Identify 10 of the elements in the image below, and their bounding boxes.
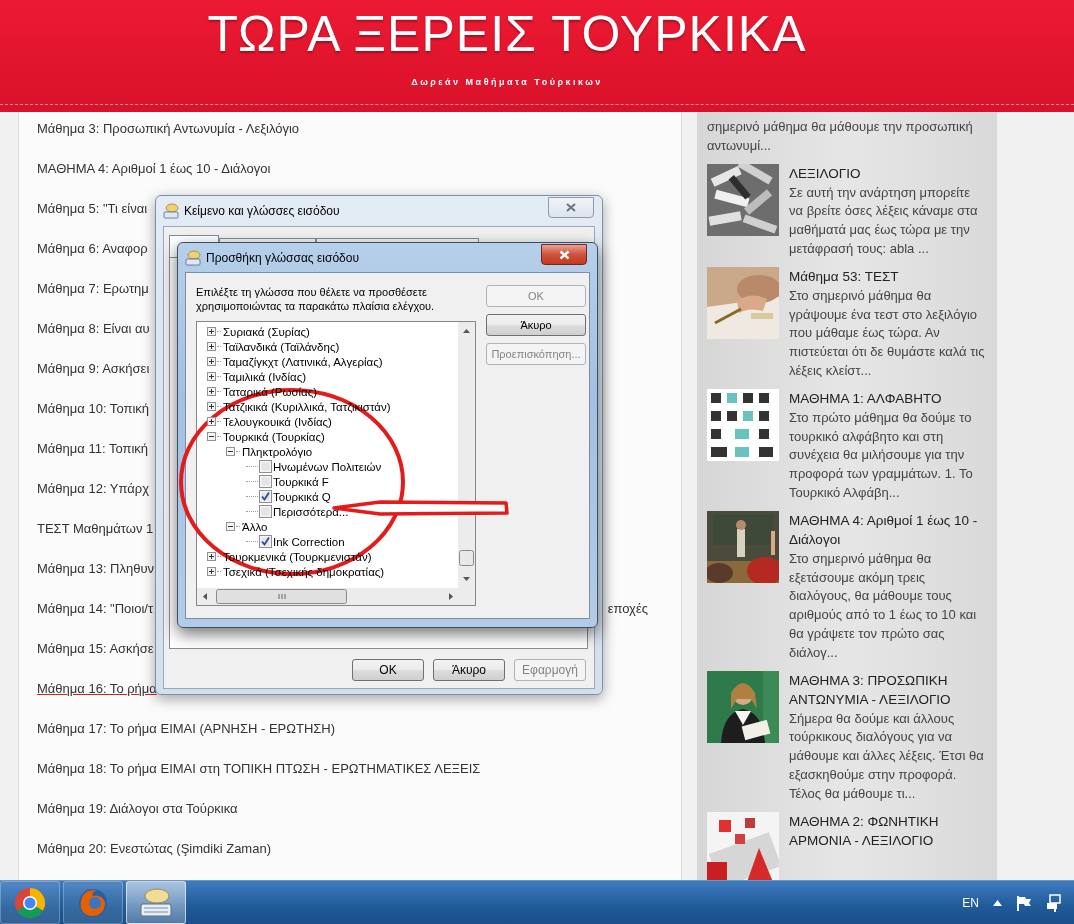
window-title: Προσθήκη γλώσσας εισόδου (206, 250, 359, 265)
window-title: Κείμενο και γλώσσες εισόδου (184, 204, 340, 218)
post-snippet: Στο πρώτο μάθημα θα δούμε το τουρκικό αλφάβητο και στη συνέχεια θα μιλήσουμε για την προφορά των γραμμάτων. 1. Το Τουρκικό Αλφάβη... (789, 408, 974, 502)
post-snippet: Στο σημερινό μάθημα θα εξετάσουμε ακόμη τρεις διαλόγους, θα μάθουμε τους αριθμούς από το 1 έως το 10 και θα γράψετε τον πρώτο σας διάλογ... (789, 549, 978, 662)
blog-subtitle: Δωρεάν Μαθήματα Τούρκικων (411, 77, 603, 87)
post-snippet: Σε αυτή την ανάρτηση μπορείτε να βρείτε όσες λέξεις κάναμε στα μαθήματά μας έως τώρα με την μετάφρασή τους: abla ... (789, 183, 979, 258)
post-snippet: Σήμερα θα δούμε και άλλους τούρκικους διαλόγους για να μάθουμε και άλλες λέξεις. Έτσι θα εξασκηθούμε στην προφορά. Τέλος θα μάθουμε τι... (789, 709, 985, 803)
post-snippet: Στο σημερινό μάθημα θα γράψουμε ένα τεστ στο λεξιλόγιο που μάθαμε έως τώρα. Αν πιστεύεται ότι δε θυμάστε καλά τις λέξεις κλείστ... (789, 286, 985, 380)
instruction-text: Επιλέξτε τη γλώσσα που θέλετε να προσθέσετε χρησιμοποιώντας τα παρακάτω πλαίσια ελέγχου. (196, 285, 436, 313)
post-snippet: σημερινό μάθημα θα μάθουμε την προσωπική αντωνυμί... (707, 118, 974, 155)
